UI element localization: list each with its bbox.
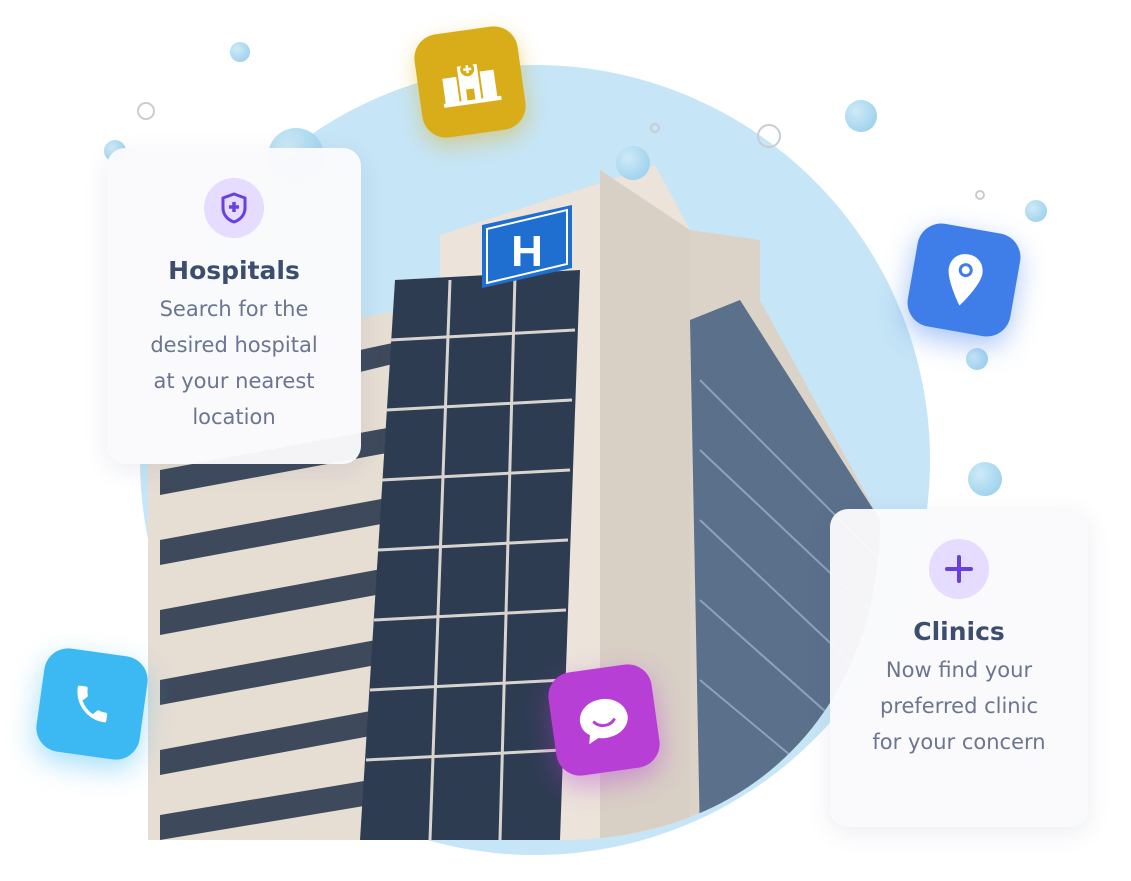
chat-bubble-icon: [579, 698, 628, 745]
hospitals-title: Hospitals: [168, 256, 300, 285]
description-line: Now find your: [885, 658, 1033, 682]
phone-tile: [33, 645, 151, 763]
decor-bubble: [616, 146, 650, 180]
description-line: Search for the: [159, 297, 309, 321]
plus-icon: [929, 539, 989, 599]
decor-bubble: [966, 348, 988, 370]
hospital-tile: [411, 23, 529, 141]
description-line: preferred clinic: [879, 694, 1038, 718]
decor-ring: [757, 124, 781, 148]
description-line: location: [192, 405, 276, 429]
chat-tile: [545, 661, 663, 779]
phone-icon: [77, 685, 108, 723]
hospitals-card[interactable]: Hospitals Search for the desired hospita…: [107, 148, 361, 464]
description-line: desired hospital: [150, 333, 318, 357]
decor-bubble: [845, 100, 877, 132]
clinics-card[interactable]: Clinics Now find your preferred clinic f…: [830, 509, 1088, 827]
clinics-description: Now find your preferred clinic for your …: [830, 652, 1088, 760]
location-pin-icon: [948, 254, 983, 306]
shield-plus-icon: [204, 178, 264, 238]
decor-ring: [975, 190, 985, 200]
clinics-title: Clinics: [913, 617, 1005, 646]
description-line: at your nearest: [153, 369, 315, 393]
description-line: for your concern: [872, 730, 1046, 754]
decor-bubble: [968, 462, 1002, 496]
decor-ring: [650, 123, 660, 133]
hospitals-description: Search for the desired hospital at your …: [107, 291, 361, 435]
hospital-sign-letter: H: [511, 227, 543, 276]
decor-bubble: [1025, 200, 1047, 222]
hospital-building-icon: [442, 62, 502, 108]
decor-ring: [137, 102, 155, 120]
location-tile: [903, 219, 1025, 341]
decor-bubble: [230, 42, 250, 62]
